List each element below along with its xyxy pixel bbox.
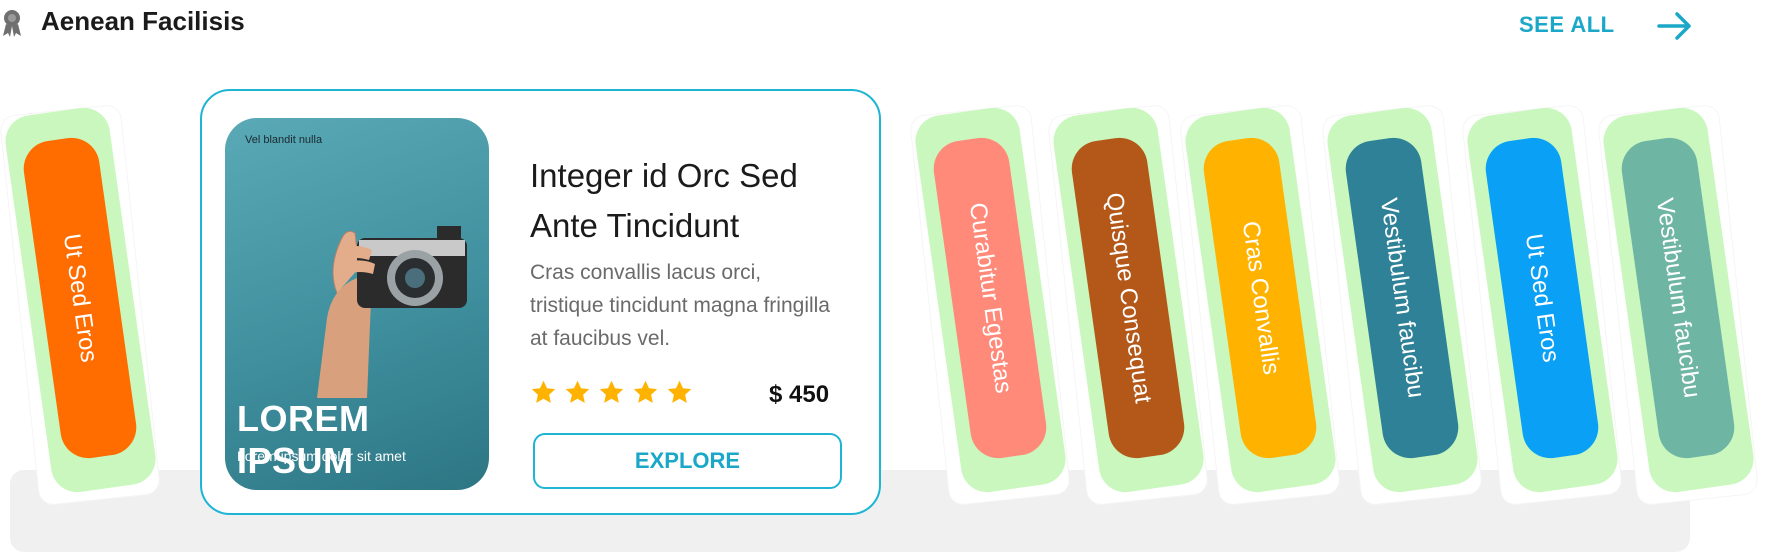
price: $ 450 bbox=[769, 381, 830, 408]
category-label: Curabitur Egestas bbox=[963, 200, 1018, 395]
arrow-right-icon[interactable] bbox=[1655, 6, 1695, 46]
star-icon bbox=[633, 380, 658, 403]
section-header: Aenean Facilisis SEE ALL bbox=[0, 0, 1765, 50]
category-label: Vestibulum faucibu bbox=[1651, 196, 1706, 400]
section-title: Aenean Facilisis bbox=[41, 6, 245, 36]
category-label: Ut Sed Eros bbox=[58, 231, 103, 364]
photo-title: LOREM IPSUM bbox=[237, 398, 370, 481]
category-label: Ut Sed Eros bbox=[1520, 231, 1565, 364]
card-description: Cras convallis lacus orci, tristique tin… bbox=[530, 261, 830, 350]
star-icon bbox=[565, 380, 590, 403]
photo-caption: Vel blandit nulla bbox=[245, 134, 323, 146]
category-label: Quisque Consequat bbox=[1100, 191, 1157, 405]
category-label: Vestibulum faucibu bbox=[1375, 196, 1430, 400]
category-label: Cras Convallis bbox=[1236, 219, 1285, 377]
category-tile[interactable]: Ut Sed Eros bbox=[0, 80, 161, 510]
explore-button[interactable]: EXPLORE bbox=[533, 433, 842, 489]
card-title: Integer id Orc Sed Ante Tincidunt bbox=[530, 157, 798, 244]
category-tile[interactable]: Ut Sed Eros bbox=[1461, 80, 1623, 510]
camera-hand-illustration bbox=[317, 226, 467, 398]
category-tile[interactable]: Vestibulum faucibu bbox=[1597, 80, 1759, 510]
product-photo: Vel blandit nulla LOREM IPSUM Lorem ipsu… bbox=[225, 118, 489, 490]
star-icon bbox=[667, 380, 692, 403]
award-ribbon-icon bbox=[3, 10, 21, 37]
rating-stars bbox=[530, 379, 693, 406]
star-icon bbox=[531, 380, 556, 403]
see-all-link[interactable]: SEE ALL bbox=[1519, 12, 1615, 38]
category-tile[interactable]: Cras Convallis bbox=[1179, 80, 1341, 510]
category-tile[interactable]: Vestibulum faucibu bbox=[1321, 80, 1483, 510]
category-tile[interactable]: Curabitur Egestas bbox=[909, 80, 1071, 510]
star-icon bbox=[599, 380, 624, 403]
photo-subtitle: Lorem ipsum dolor sit amet bbox=[237, 448, 406, 464]
featured-card: Vel blandit nulla LOREM IPSUM Lorem ipsu… bbox=[200, 89, 881, 515]
